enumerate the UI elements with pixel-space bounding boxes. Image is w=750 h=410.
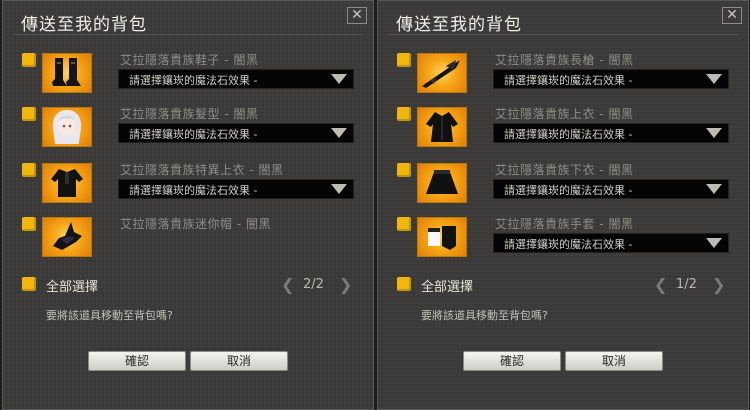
prev-page-icon[interactable]: ❮: [281, 277, 294, 293]
chevron-down-icon: [706, 238, 722, 248]
item-name: 艾拉隱落貴族特異上衣 - 闇黑: [120, 163, 284, 177]
item-name: 艾拉隱落貴族下衣 - 闇黑: [495, 163, 634, 177]
item-checkbox[interactable]: [22, 217, 36, 231]
select-all-label: 全部選擇: [46, 280, 99, 295]
item-checkbox[interactable]: [22, 107, 36, 121]
item-checkbox[interactable]: [397, 217, 411, 231]
title-divider: [388, 34, 738, 35]
magic-stone-select[interactable]: 請選擇鑲崁的魔法石效果 -: [493, 69, 729, 89]
coat-icon: [417, 107, 467, 147]
chevron-down-icon: [331, 74, 347, 84]
select-value: 請選擇鑲崁的魔法石效果 -: [504, 128, 633, 141]
chevron-down-icon: [706, 74, 722, 84]
confirm-prompt: 要將該道具移動至背包嗎?: [421, 309, 548, 322]
magic-stone-select[interactable]: 請選擇鑲崁的魔法石效果 -: [493, 123, 729, 143]
item-checkbox[interactable]: [397, 163, 411, 177]
list-item: 艾拉隱落貴族特異上衣 - 闇黑 請選擇鑲崁的魔法石效果 -: [3, 163, 373, 215]
close-button[interactable]: ✕: [722, 7, 742, 24]
hat-icon: [42, 217, 92, 257]
list-item: 艾拉隱落貴族迷你帽 - 闇黑: [3, 217, 373, 269]
list-item: 艾拉隱落貴族手套 - 闇黑 請選擇鑲崁的魔法石效果 -: [378, 217, 748, 269]
select-value: 請選擇鑲崁的魔法石效果 -: [504, 184, 633, 197]
page-indicator: 2/2: [303, 277, 324, 292]
magic-stone-select[interactable]: 請選擇鑲崁的魔法石效果 -: [493, 233, 729, 253]
chevron-down-icon: [706, 128, 722, 138]
select-value: 請選擇鑲崁的魔法石效果 -: [504, 238, 633, 251]
select-all-label: 全部選擇: [421, 280, 474, 295]
item-name: 艾拉隱落貴族長槍 - 闇黑: [495, 53, 634, 67]
item-name: 艾拉隱落貴族手套 - 闇黑: [495, 217, 634, 231]
top-icon: [42, 163, 92, 203]
select-all-checkbox[interactable]: [22, 277, 36, 291]
list-item: 艾拉隱落貴族長槍 - 闇黑 請選擇鑲崁的魔法石效果 -: [378, 53, 748, 105]
select-all-checkbox[interactable]: [397, 277, 411, 291]
gloves-icon: [417, 217, 467, 257]
page-indicator: 1/2: [676, 277, 697, 292]
cancel-button[interactable]: 取消: [565, 351, 663, 371]
confirm-button[interactable]: 確認: [463, 351, 561, 371]
select-value: 請選擇鑲崁的魔法石效果 -: [504, 74, 633, 87]
dialog-title: 傳送至我的背包: [21, 15, 147, 35]
dialog-title: 傳送至我的背包: [396, 15, 522, 35]
magic-stone-select[interactable]: 請選擇鑲崁的魔法石效果 -: [118, 69, 354, 89]
item-name: 艾拉隱落貴族鞋子 - 闇黑: [120, 53, 259, 67]
list-item: 艾拉隱落貴族鞋子 - 闇黑 請選擇鑲崁的魔法石效果 -: [3, 53, 373, 105]
magic-stone-select[interactable]: 請選擇鑲崁的魔法石效果 -: [118, 123, 354, 143]
magic-stone-select[interactable]: 請選擇鑲崁的魔法石效果 -: [118, 179, 354, 199]
list-item: 艾拉隱落貴族上衣 - 闇黑 請選擇鑲崁的魔法石效果 -: [378, 107, 748, 159]
list-item: 艾拉隱落貴族下衣 - 闇黑 請選擇鑲崁的魔法石效果 -: [378, 163, 748, 215]
item-checkbox[interactable]: [22, 163, 36, 177]
select-value: 請選擇鑲崁的魔法石效果 -: [129, 128, 258, 141]
chevron-down-icon: [706, 184, 722, 194]
item-name: 艾拉隱落貴族迷你帽 - 闇黑: [120, 217, 271, 231]
item-checkbox[interactable]: [22, 53, 36, 67]
item-checkbox[interactable]: [397, 107, 411, 121]
chevron-down-icon: [331, 128, 347, 138]
item-checkbox[interactable]: [397, 53, 411, 67]
next-page-icon[interactable]: ❯: [339, 277, 352, 293]
cancel-button[interactable]: 取消: [190, 351, 288, 371]
dialog-right: 傳送至我的背包 ✕ 艾拉隱落貴族長槍 - 闇黑 請選擇鑲崁的魔法石效果 - 艾拉…: [377, 0, 749, 410]
close-button[interactable]: ✕: [347, 7, 367, 24]
title-divider: [13, 34, 363, 35]
chevron-down-icon: [331, 184, 347, 194]
magic-stone-select[interactable]: 請選擇鑲崁的魔法石效果 -: [493, 179, 729, 199]
hair-icon: [42, 107, 92, 147]
prev-page-icon[interactable]: ❮: [654, 277, 667, 293]
item-name: 艾拉隱落貴族上衣 - 闇黑: [495, 107, 634, 121]
confirm-button[interactable]: 確認: [88, 351, 186, 371]
boots-icon: [42, 53, 92, 93]
skirt-icon: [417, 163, 467, 203]
item-name: 艾拉隱落貴族髮型 - 闇黑: [120, 107, 259, 121]
select-value: 請選擇鑲崁的魔法石效果 -: [129, 184, 258, 197]
next-page-icon[interactable]: ❯: [712, 277, 725, 293]
spear-icon: [417, 53, 467, 93]
list-item: 艾拉隱落貴族髮型 - 闇黑 請選擇鑲崁的魔法石效果 -: [3, 107, 373, 159]
dialog-left: 傳送至我的背包 ✕ 艾拉隱落貴族鞋子 - 闇黑 請選擇鑲崁的魔法石效果 - 艾拉…: [2, 0, 374, 410]
confirm-prompt: 要將該道具移動至背包嗎?: [46, 309, 173, 322]
select-value: 請選擇鑲崁的魔法石效果 -: [129, 74, 258, 87]
